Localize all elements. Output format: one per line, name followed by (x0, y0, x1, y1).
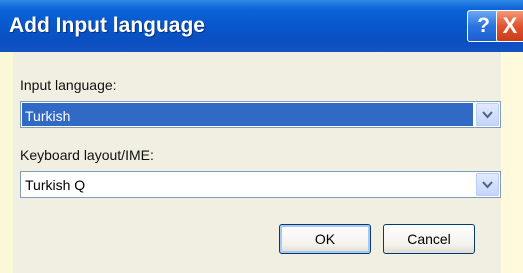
close-icon: X (502, 13, 518, 38)
keyboard-layout-select[interactable]: Turkish Q (20, 171, 501, 198)
input-language-label: Input language: (20, 77, 117, 93)
add-input-language-dialog: Add Input language ? X Input language: T… (0, 0, 523, 273)
keyboard-layout-dropdown-button[interactable] (476, 173, 499, 196)
chevron-down-icon (482, 110, 493, 118)
input-language-value: Turkish (22, 103, 473, 126)
chevron-down-icon (482, 180, 493, 188)
help-icon: ? (477, 14, 490, 37)
close-button[interactable]: X (496, 10, 523, 42)
title-bar[interactable]: Add Input language ? X (0, 0, 523, 52)
input-language-dropdown-button[interactable] (476, 103, 499, 126)
keyboard-layout-value: Turkish Q (25, 177, 86, 193)
keyboard-layout-label: Keyboard layout/IME: (20, 147, 154, 163)
dialog-edge (501, 52, 523, 273)
cancel-button[interactable]: Cancel (383, 224, 475, 254)
window-title: Add Input language (9, 14, 205, 37)
ok-button[interactable]: OK (279, 224, 371, 254)
input-language-select[interactable]: Turkish (20, 101, 501, 128)
